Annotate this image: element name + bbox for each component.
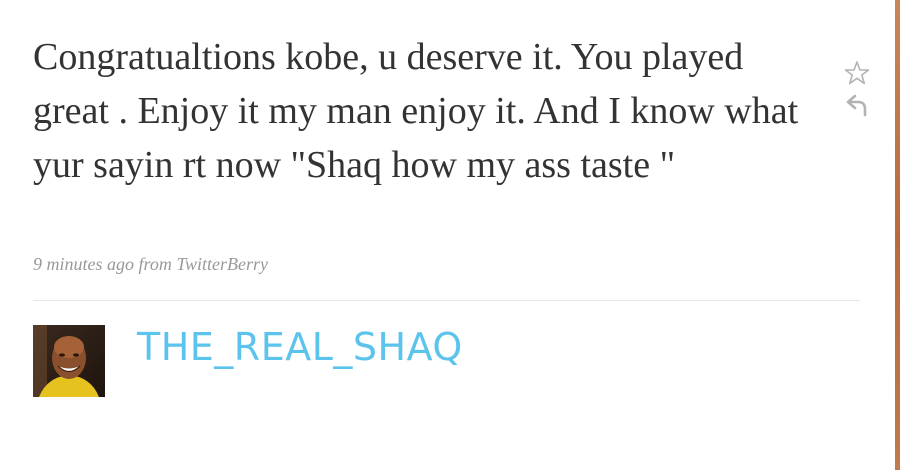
- tweet-timestamp-link[interactable]: 9 minutes ago: [33, 254, 134, 274]
- window-edge: [895, 0, 900, 470]
- tweet-text: Congratualtions kobe, u deserve it. You …: [33, 36, 799, 186]
- tweet-author: THE_REAL_SHAQ: [33, 325, 463, 399]
- from-label: from: [138, 254, 172, 274]
- tweet-meta: 9 minutes ago from TwitterBerry: [33, 254, 268, 275]
- tweet-source-link[interactable]: TwitterBerry: [176, 254, 268, 274]
- reply-arrow-icon[interactable]: [844, 92, 870, 118]
- star-icon[interactable]: [844, 60, 870, 86]
- tweet-container: Congratualtions kobe, u deserve it. You …: [0, 0, 895, 470]
- avatar[interactable]: [33, 325, 105, 397]
- author-screen-name[interactable]: THE_REAL_SHAQ: [137, 323, 463, 371]
- tweet-actions: [844, 60, 874, 124]
- divider: [33, 300, 860, 301]
